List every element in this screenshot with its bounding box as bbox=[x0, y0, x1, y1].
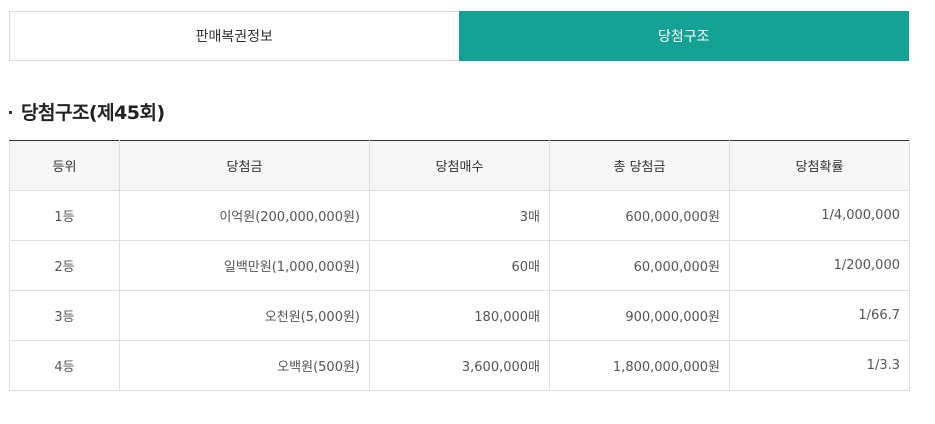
bullet-icon bbox=[9, 111, 12, 114]
cell-count: 3,600,000매 bbox=[369, 340, 550, 391]
cell-probability: 1/3.3 bbox=[729, 340, 910, 391]
cell-total: 600,000,000원 bbox=[549, 190, 730, 241]
cell-total: 1,800,000,000원 bbox=[549, 340, 730, 391]
prize-table: 등위 당첨금 당첨매수 총 당첨금 당첨확률 1등 이억원(200,000,00… bbox=[9, 140, 910, 391]
section-title: 당첨구조(제45회) bbox=[21, 102, 165, 124]
cell-prize: 일백만원(1,000,000원) bbox=[119, 240, 370, 291]
cell-prize: 오천원(5,000원) bbox=[119, 290, 370, 341]
cell-prize: 이억원(200,000,000원) bbox=[119, 190, 370, 241]
cell-rank: 1등 bbox=[9, 190, 120, 241]
tab-bar: 판매복권정보 당첨구조 bbox=[9, 11, 909, 61]
table-header-row: 등위 당첨금 당첨매수 총 당첨금 당첨확률 bbox=[9, 140, 910, 191]
cell-total: 900,000,000원 bbox=[549, 290, 730, 341]
cell-rank: 4등 bbox=[9, 340, 120, 391]
header-total: 총 당첨금 bbox=[549, 140, 730, 191]
cell-rank: 2등 bbox=[9, 240, 120, 291]
cell-rank: 3등 bbox=[9, 290, 120, 341]
cell-total: 60,000,000원 bbox=[549, 240, 730, 291]
tab-sales-info[interactable]: 판매복권정보 bbox=[9, 11, 459, 61]
cell-count: 180,000매 bbox=[369, 290, 550, 341]
cell-probability: 1/66.7 bbox=[729, 290, 910, 341]
header-prize: 당첨금 bbox=[119, 140, 370, 191]
section-heading: 당첨구조(제45회) bbox=[9, 98, 165, 125]
table-row: 3등 오천원(5,000원) 180,000매 900,000,000원 1/6… bbox=[9, 290, 910, 341]
header-probability: 당첨확률 bbox=[729, 140, 910, 191]
header-rank: 등위 bbox=[9, 140, 120, 191]
table-row: 4등 오백원(500원) 3,600,000매 1,800,000,000원 1… bbox=[9, 340, 910, 391]
table-row: 1등 이억원(200,000,000원) 3매 600,000,000원 1/4… bbox=[9, 190, 910, 241]
cell-prize: 오백원(500원) bbox=[119, 340, 370, 391]
cell-probability: 1/4,000,000 bbox=[729, 190, 910, 241]
cell-count: 60매 bbox=[369, 240, 550, 291]
table-row: 2등 일백만원(1,000,000원) 60매 60,000,000원 1/20… bbox=[9, 240, 910, 291]
cell-probability: 1/200,000 bbox=[729, 240, 910, 291]
header-count: 당첨매수 bbox=[369, 140, 550, 191]
tab-prize-structure[interactable]: 당첨구조 bbox=[458, 11, 909, 61]
cell-count: 3매 bbox=[369, 190, 550, 241]
